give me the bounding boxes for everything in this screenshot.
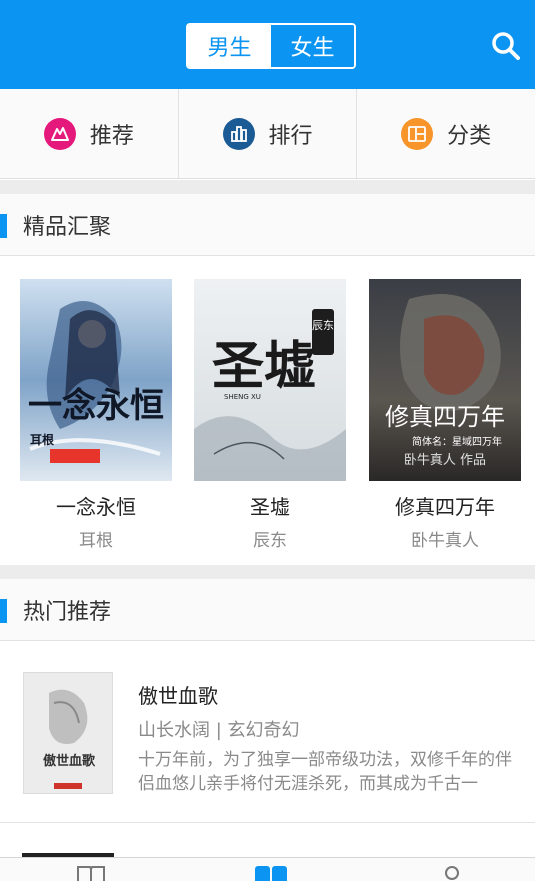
book-card[interactable]: 修真四万年 简体名：星域四万年 卧牛真人 作品 修真四万年 卧牛真人 bbox=[369, 279, 521, 551]
featured-section-header: 精品汇聚 bbox=[0, 194, 535, 256]
book-title: 修真四万年 bbox=[395, 495, 495, 519]
book-author: 卧牛真人 bbox=[411, 531, 479, 551]
book-card[interactable]: 一念永恒 耳根 一念永恒 耳根 bbox=[20, 279, 172, 551]
nav-ranking[interactable]: 排行 bbox=[179, 89, 358, 178]
nav-category-label: 分类 bbox=[447, 123, 492, 149]
app-header: 男生 女生 bbox=[0, 0, 535, 89]
nav-recommend[interactable]: 推荐 bbox=[0, 89, 179, 178]
cover-author-text: 耳根 bbox=[30, 432, 54, 447]
section-divider bbox=[0, 565, 535, 579]
cover-author-text: 辰东 bbox=[312, 319, 334, 332]
category-icon bbox=[401, 117, 434, 150]
ranking-icon bbox=[222, 117, 255, 150]
book-author: 辰东 bbox=[253, 531, 287, 551]
hot-book-title: 傲世血歌 bbox=[138, 684, 218, 708]
section-accent-bar bbox=[0, 214, 7, 238]
book-cover: 一念永恒 耳根 bbox=[20, 279, 172, 481]
book-cover: 辰东 圣墟 SHENG XU bbox=[194, 279, 346, 481]
profile-icon bbox=[445, 866, 459, 880]
tab-bookshelf[interactable] bbox=[76, 863, 106, 881]
hot-book-item[interactable]: 傲世血歌 傲世血歌 山长水阔 | 玄幻奇幻 十万年前，为了独享一部帝级功法，双修… bbox=[0, 642, 535, 823]
search-button[interactable] bbox=[490, 30, 522, 62]
hot-book-meta: 山长水阔 | 玄幻奇幻 bbox=[138, 720, 300, 741]
hot-section-title: 热门推荐 bbox=[23, 600, 112, 625]
search-icon bbox=[492, 32, 520, 60]
section-divider bbox=[0, 180, 535, 194]
cover-subtitle-text: 简体名：星域四万年 bbox=[412, 435, 502, 448]
gender-toggle: 男生 女生 bbox=[186, 23, 356, 69]
cover-title-text: 一念永恒 bbox=[28, 386, 164, 426]
tab-bookstore[interactable] bbox=[254, 863, 288, 881]
book-title: 圣墟 bbox=[250, 495, 290, 519]
cover-title-text: 傲世血歌 bbox=[43, 753, 96, 769]
bottom-tab-bar bbox=[0, 857, 535, 881]
book-author: 耳根 bbox=[79, 531, 113, 551]
tab-female[interactable]: 女生 bbox=[271, 25, 354, 67]
hot-section-header: 热门推荐 bbox=[0, 579, 535, 641]
tab-profile[interactable] bbox=[441, 863, 463, 881]
featured-section-title: 精品汇聚 bbox=[23, 215, 112, 240]
cover-pinyin-text: SHENG XU bbox=[224, 393, 261, 401]
cover-author-text: 卧牛真人 作品 bbox=[404, 453, 486, 468]
hot-book-description: 十万年前，为了独享一部帝级功法，双修千年的伴侣血悠儿亲手将付无涯杀死，而其成为千… bbox=[138, 750, 512, 794]
nav-recommend-label: 推荐 bbox=[89, 123, 134, 149]
section-accent-bar bbox=[0, 599, 7, 623]
featured-books: 一念永恒 耳根 一念永恒 耳根 辰东 圣墟 SHENG XU 圣墟 辰东 修真四… bbox=[0, 257, 535, 565]
tab-male[interactable]: 男生 bbox=[188, 25, 271, 67]
quick-nav: 推荐 排行 分类 bbox=[0, 89, 535, 179]
nav-category[interactable]: 分类 bbox=[357, 89, 535, 178]
book-title: 一念永恒 bbox=[56, 495, 136, 519]
hot-book-cover: 傲世血歌 bbox=[23, 672, 113, 794]
recommend-icon bbox=[43, 117, 76, 150]
cover-title-text: 圣墟 bbox=[212, 336, 316, 397]
bookshelf-icon bbox=[77, 866, 105, 881]
book-card[interactable]: 辰东 圣墟 SHENG XU 圣墟 辰东 bbox=[194, 279, 346, 551]
nav-ranking-label: 排行 bbox=[268, 123, 313, 149]
cover-title-text: 修真四万年 bbox=[385, 403, 505, 431]
book-cover: 修真四万年 简体名：星域四万年 卧牛真人 作品 bbox=[369, 279, 521, 481]
bookstore-icon bbox=[255, 866, 287, 881]
